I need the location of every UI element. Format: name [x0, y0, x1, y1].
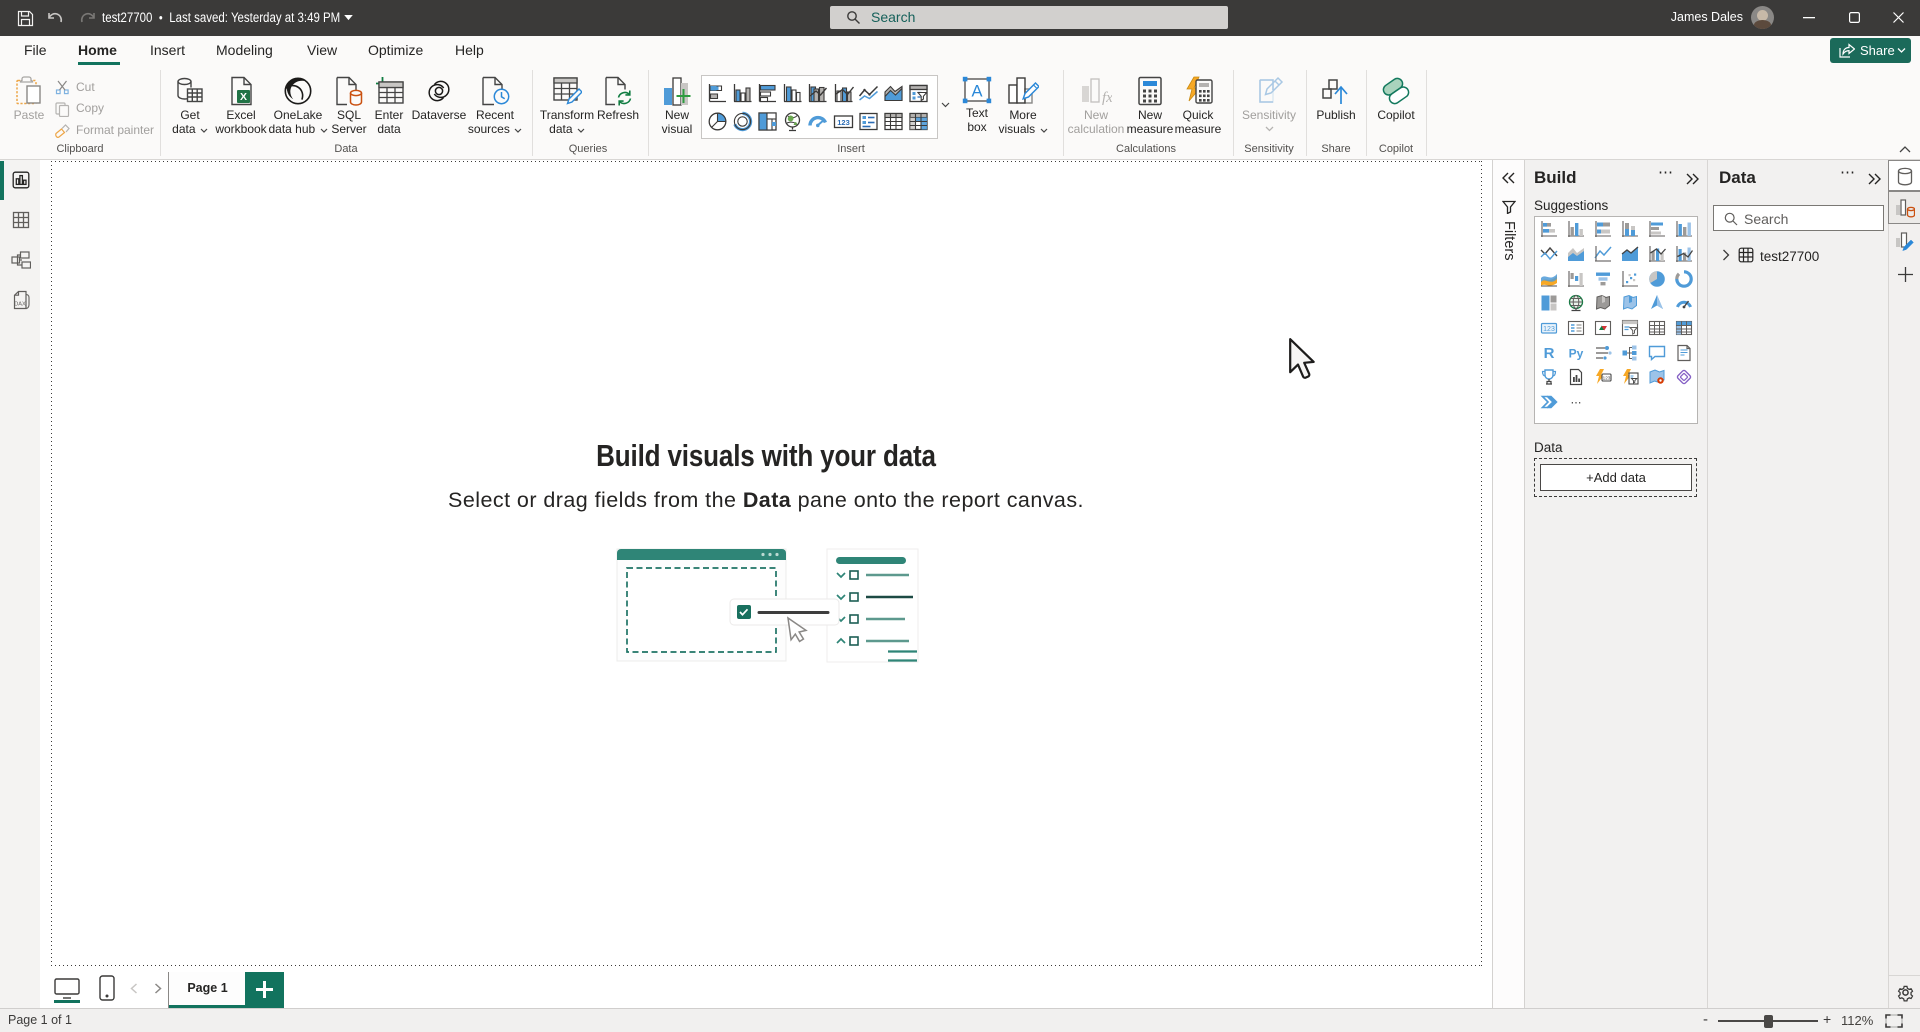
svg-text:R: R — [1543, 345, 1554, 362]
svg-text:A: A — [971, 83, 982, 101]
svg-text:123: 123 — [1602, 376, 1610, 381]
svg-text:DAX: DAX — [14, 302, 26, 308]
svg-text:123: 123 — [1543, 326, 1555, 333]
svg-text:fx: fx — [1102, 90, 1112, 106]
svg-text:⋯: ⋯ — [1570, 397, 1581, 409]
svg-text:X: X — [240, 91, 247, 103]
svg-text:Py: Py — [1568, 346, 1583, 360]
svg-text:123: 123 — [837, 117, 850, 126]
